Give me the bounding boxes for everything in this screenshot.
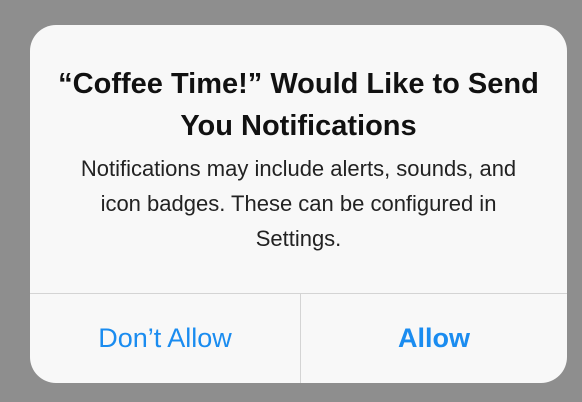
- alert-content: “Coffee Time!” Would Like to Send You No…: [30, 25, 567, 293]
- dont-allow-button[interactable]: Don’t Allow: [30, 294, 300, 383]
- alert-title: “Coffee Time!” Would Like to Send You No…: [58, 68, 539, 142]
- alert-message: Notifications may include alerts, sounds…: [80, 156, 517, 251]
- notification-permission-alert: “Coffee Time!” Would Like to Send You No…: [30, 25, 567, 383]
- allow-button[interactable]: Allow: [301, 294, 567, 383]
